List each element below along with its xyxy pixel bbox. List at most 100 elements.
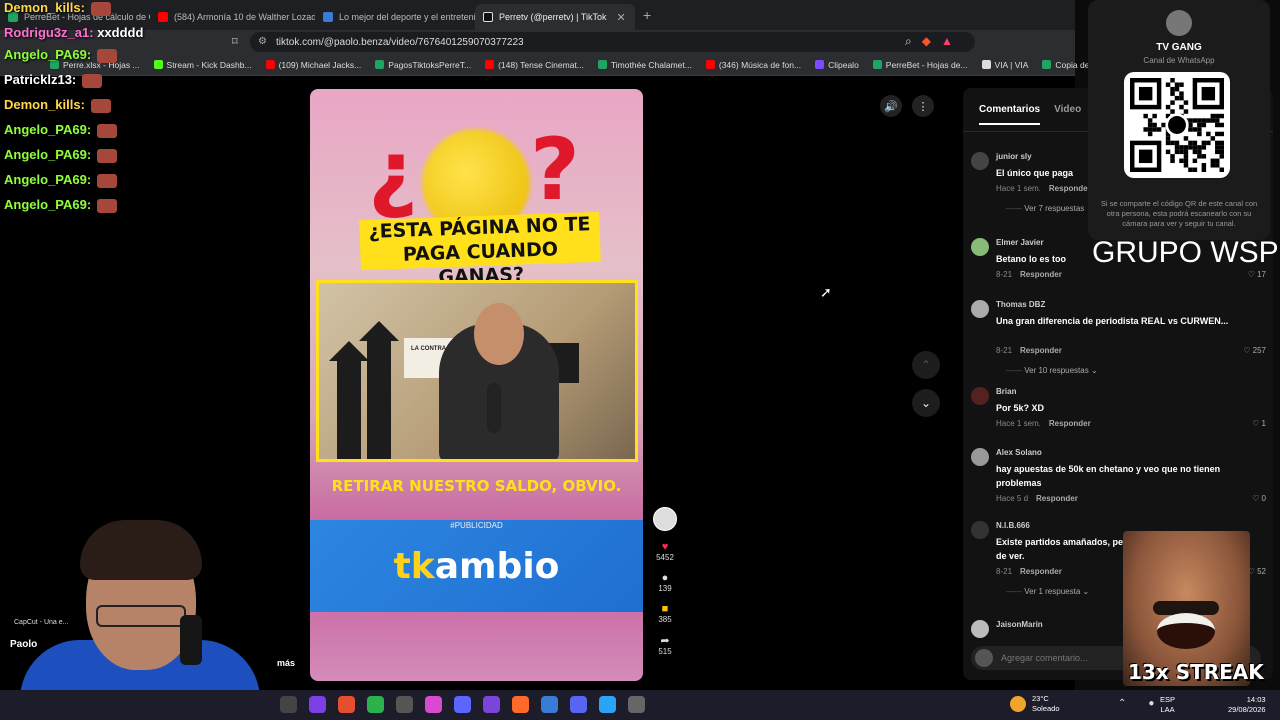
- language-indicator[interactable]: ESP LAA: [1160, 695, 1175, 715]
- comment-like-count[interactable]: ♡ 1: [1252, 419, 1266, 428]
- bookmark-favicon-icon: [153, 60, 163, 69]
- avatar[interactable]: [971, 152, 989, 170]
- like-button[interactable]: ♥ 5452: [656, 541, 674, 562]
- share-button[interactable]: ➦ 515: [658, 634, 671, 656]
- microphone: [180, 615, 202, 665]
- bookmark-item[interactable]: (109) Michael Jacks...: [265, 60, 361, 70]
- taskbar-app-icon[interactable]: [570, 696, 587, 713]
- avatar[interactable]: [971, 238, 989, 256]
- chat-message: Angelo_PA69:: [4, 197, 117, 213]
- tkambio-banner: tk ambio: [310, 520, 643, 612]
- taskbar-app-icon[interactable]: [628, 696, 645, 713]
- comment-icon: ●: [661, 572, 669, 584]
- comment-author[interactable]: Alex Solano: [996, 448, 1042, 457]
- bookmark-item[interactable]: Timothée Chalamet...: [597, 60, 692, 70]
- view-replies-button[interactable]: Ver 1 respuesta ⌄: [1006, 587, 1089, 596]
- emote-icon: [90, 98, 111, 113]
- comment-author[interactable]: JaisonMarin: [996, 620, 1043, 629]
- bookmark-item[interactable]: PagosTiktoksPerreT...: [375, 60, 471, 70]
- qr-code: [1124, 72, 1230, 178]
- bookmark-item[interactable]: (346) Música de fon...: [705, 60, 801, 70]
- tab-armonia[interactable]: (584) Armonía 10 de Walther Lozada: [150, 4, 315, 30]
- reply-button[interactable]: Responder: [1049, 184, 1091, 193]
- taskbar-app-icon[interactable]: [483, 696, 500, 713]
- video-player[interactable]: ¿ ? ¿ESTA PÁGINA NO TE PAGA CUANDO GANAS…: [310, 89, 643, 681]
- taskbar-app-icon[interactable]: [309, 696, 326, 713]
- address-actions: ⌕ ◆ ▲: [905, 34, 953, 49]
- chevron-up-icon[interactable]: ⌃: [1118, 698, 1126, 709]
- comment-author[interactable]: junior sly: [996, 152, 1032, 161]
- reply-button[interactable]: Responder: [1036, 494, 1078, 503]
- taskbar-app-icon[interactable]: [541, 696, 558, 713]
- creator-avatar[interactable]: [653, 507, 677, 531]
- view-replies-button[interactable]: Ver 7 respuestas ⌄: [1006, 204, 1093, 213]
- arrow-up-graphic: [329, 341, 369, 459]
- comment-author[interactable]: Elmer Javier: [996, 238, 1044, 247]
- presenter-head: [474, 303, 524, 365]
- tab-deporte[interactable]: Lo mejor del deporte y el entretenim: [315, 4, 475, 30]
- save-button[interactable]: ■ 385: [658, 603, 671, 624]
- comment-author[interactable]: Thomas DBZ: [996, 300, 1045, 309]
- weather-widget[interactable]: 23°C Soleado: [1010, 694, 1060, 714]
- arrow-up-graphic: [359, 321, 399, 459]
- comment-like-count[interactable]: ♡ 52: [1248, 567, 1266, 576]
- avatar[interactable]: [971, 448, 989, 466]
- close-tab-icon[interactable]: ✕: [617, 11, 626, 24]
- channel-title: TV GANG: [1156, 42, 1202, 53]
- share-icon: ➦: [660, 635, 670, 647]
- comment-meta: Hace 5 d Responder: [996, 494, 1078, 503]
- tab-comments[interactable]: Comentarios: [979, 104, 1041, 125]
- taskbar-app-icon[interactable]: [280, 696, 297, 713]
- avatar[interactable]: [971, 300, 989, 318]
- more-link[interactable]: más: [277, 658, 295, 668]
- video-thumbnail-frame: LA CONTRA: [316, 280, 638, 462]
- reply-button[interactable]: Responder: [1020, 346, 1062, 355]
- mic-icon[interactable]: ●: [1148, 698, 1154, 709]
- comment-meta: Hace 1 sem. Responder: [996, 419, 1091, 428]
- taskbar-app-icon[interactable]: [454, 696, 471, 713]
- bookmark-item[interactable]: PerreBet - Hojas de...: [872, 60, 968, 70]
- taskbar-app-icon[interactable]: [367, 696, 384, 713]
- reply-button[interactable]: Responder: [1020, 567, 1062, 576]
- tab-tiktok[interactable]: Perretv (@perretv) | TikTok ✕: [475, 4, 635, 30]
- tab-video[interactable]: Video: [1054, 104, 1081, 125]
- bookmark-item[interactable]: Clipealo: [815, 60, 859, 70]
- taskbar-app-icon[interactable]: [338, 696, 355, 713]
- avatar[interactable]: [971, 387, 989, 405]
- comment-author[interactable]: N.I.B.666: [996, 521, 1030, 530]
- channel-avatar: [1166, 10, 1192, 36]
- avatar[interactable]: [971, 620, 989, 638]
- comment-author[interactable]: Brian: [996, 387, 1016, 396]
- brave-rewards-icon[interactable]: ▲: [941, 34, 953, 49]
- brave-shield-icon[interactable]: ◆: [922, 34, 931, 49]
- taskbar-app-icon[interactable]: [396, 696, 413, 713]
- bookmark-item[interactable]: VIA | VIA: [981, 60, 1028, 70]
- view-replies-button[interactable]: Ver 10 respuestas ⌄: [1006, 366, 1097, 375]
- question-open: ¿: [368, 122, 418, 222]
- comment-like-count[interactable]: ♡ 17: [1248, 270, 1266, 279]
- bookmark-item[interactable]: Stream - Kick Dashb...: [153, 60, 252, 70]
- reply-button[interactable]: Responder: [1049, 419, 1091, 428]
- new-tab-button[interactable]: +: [635, 7, 659, 23]
- bookmark-icon: ■: [661, 603, 669, 615]
- comment-button[interactable]: ● 139: [658, 572, 671, 593]
- bookmark-item[interactable]: (148) Tense Cinemat...: [485, 60, 584, 70]
- avatar[interactable]: [971, 521, 989, 539]
- reply-button[interactable]: Responder: [1020, 270, 1062, 279]
- more-options-icon[interactable]: ⋮: [912, 95, 934, 117]
- previous-video-button[interactable]: ⌃: [912, 351, 940, 379]
- comment-like-count[interactable]: ♡ 0: [1252, 494, 1266, 503]
- volume-icon[interactable]: 🔊: [880, 95, 902, 117]
- zoom-icon[interactable]: ⌕: [905, 34, 912, 49]
- next-video-button[interactable]: ⌄: [912, 389, 940, 417]
- taskbar-app-icon[interactable]: [599, 696, 616, 713]
- url-field[interactable]: ⚙ tiktok.com/@paolo.benza/video/76764012…: [250, 32, 975, 52]
- site-info-icon[interactable]: ⚙: [258, 36, 267, 47]
- taskbar-app-icon[interactable]: [425, 696, 442, 713]
- comment-like-count[interactable]: ♡ 257: [1243, 346, 1266, 355]
- clock[interactable]: 14:03 29/08/2026: [1228, 695, 1266, 715]
- taskbar-apps: [280, 696, 645, 713]
- chat-message: Demon_kills:: [4, 97, 111, 113]
- bookmark-icon[interactable]: ⌑: [232, 35, 238, 48]
- taskbar-app-icon[interactable]: [512, 696, 529, 713]
